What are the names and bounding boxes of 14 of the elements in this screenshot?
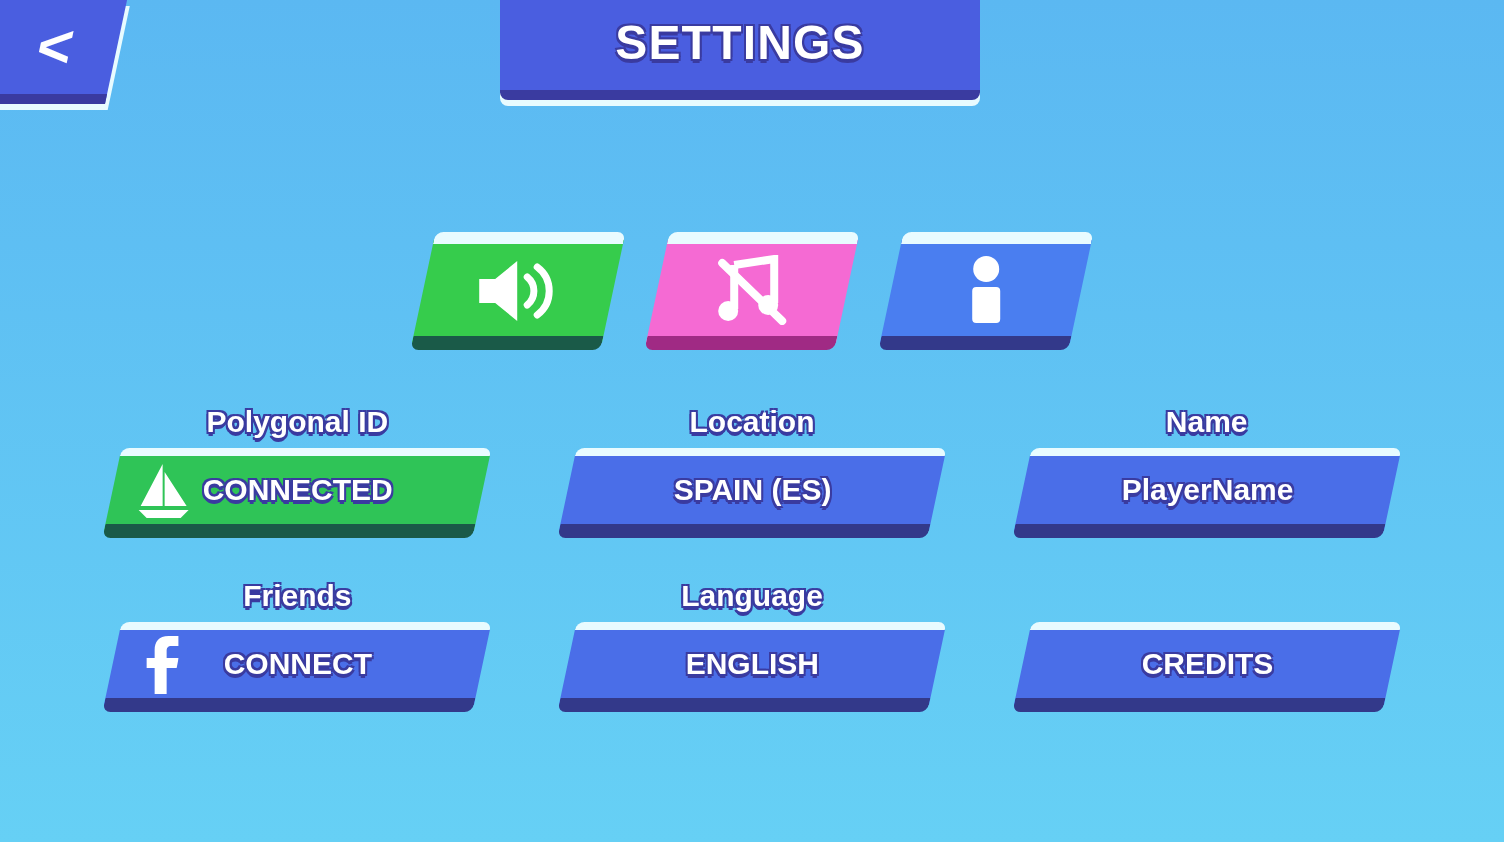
facebook-icon xyxy=(144,634,179,694)
option-label: Language xyxy=(681,578,823,614)
page-title: SETTINGS xyxy=(615,19,865,67)
option-button[interactable]: CREDITS xyxy=(1012,622,1402,712)
option-button[interactable]: CONNECT xyxy=(102,622,492,712)
option-button[interactable]: CONNECTED xyxy=(102,448,492,538)
option-button[interactable]: PlayerName xyxy=(1012,448,1402,538)
option-label: Name xyxy=(1165,404,1248,440)
option-label: Polygonal ID xyxy=(206,404,389,440)
sail-icon xyxy=(136,462,191,518)
option-button[interactable]: ENGLISH xyxy=(557,622,947,712)
option-button[interactable]: SPAIN (ES) xyxy=(557,448,947,538)
option-label: Friends xyxy=(243,578,352,614)
option-label: Location xyxy=(689,404,815,440)
